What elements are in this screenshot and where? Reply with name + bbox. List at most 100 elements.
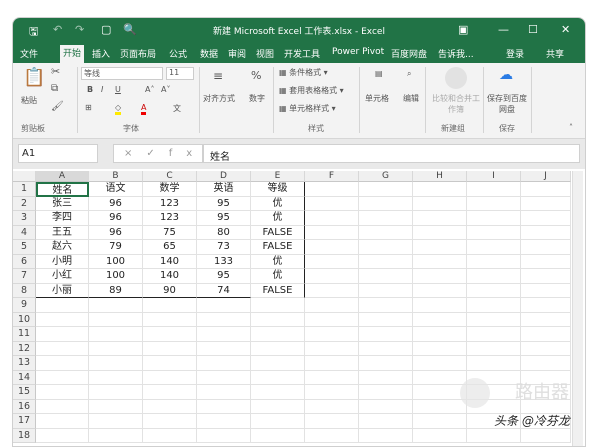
- column-header-D[interactable]: D: [197, 171, 251, 182]
- cell[interactable]: 123: [143, 211, 197, 226]
- cell[interactable]: [251, 356, 305, 371]
- cell[interactable]: [89, 370, 143, 385]
- column-header-H[interactable]: H: [413, 171, 467, 182]
- maximize-button[interactable]: ☐: [528, 23, 538, 36]
- cell[interactable]: [359, 283, 413, 298]
- column-header-F[interactable]: F: [305, 171, 359, 182]
- conditional-format-button[interactable]: ▦ 条件格式 ▾: [279, 67, 328, 78]
- search-icon[interactable]: ⌕: [407, 69, 411, 79]
- cell[interactable]: [89, 385, 143, 400]
- cell[interactable]: [251, 312, 305, 327]
- cell[interactable]: [305, 341, 359, 356]
- cell[interactable]: [521, 254, 571, 269]
- close-button[interactable]: ✕: [561, 23, 570, 36]
- cell[interactable]: [89, 298, 143, 313]
- row-header[interactable]: 17: [13, 414, 36, 429]
- cell[interactable]: [521, 196, 571, 211]
- cell[interactable]: [251, 414, 305, 429]
- cell[interactable]: [197, 341, 251, 356]
- row-header[interactable]: 1: [13, 182, 36, 197]
- cell[interactable]: [359, 240, 413, 255]
- cell[interactable]: [413, 370, 467, 385]
- cell[interactable]: [305, 399, 359, 414]
- cell[interactable]: 90: [143, 283, 197, 298]
- cell[interactable]: 89: [89, 283, 143, 298]
- cell[interactable]: FALSE: [251, 283, 305, 298]
- row-header[interactable]: 14: [13, 370, 36, 385]
- cell[interactable]: 95: [197, 211, 251, 226]
- cell[interactable]: 优: [251, 211, 305, 226]
- cell[interactable]: [305, 254, 359, 269]
- cut-icon[interactable]: ✂: [51, 65, 60, 78]
- row-header[interactable]: 16: [13, 399, 36, 414]
- cell[interactable]: 小明: [36, 254, 89, 269]
- font-color-icon[interactable]: A: [141, 103, 147, 115]
- cell[interactable]: 语文: [89, 182, 143, 197]
- compare-merge-button[interactable]: 比较和合并工作簿: [431, 93, 481, 115]
- column-header-J[interactable]: J: [521, 171, 571, 182]
- cell[interactable]: [467, 356, 521, 371]
- cell[interactable]: 数学: [143, 182, 197, 197]
- cell[interactable]: 95: [197, 196, 251, 211]
- font-size-select[interactable]: 11: [166, 67, 194, 80]
- cell[interactable]: [413, 225, 467, 240]
- cell[interactable]: [89, 414, 143, 429]
- alignment-button[interactable]: 对齐方式: [203, 93, 235, 104]
- cell[interactable]: [413, 269, 467, 284]
- cell[interactable]: [467, 196, 521, 211]
- cell[interactable]: 133: [197, 254, 251, 269]
- cell[interactable]: 王五: [36, 225, 89, 240]
- cell[interactable]: [251, 399, 305, 414]
- cell[interactable]: [413, 211, 467, 226]
- tab-1[interactable]: 开始: [60, 45, 85, 63]
- cell[interactable]: 96: [89, 211, 143, 226]
- cell[interactable]: [305, 269, 359, 284]
- column-header-C[interactable]: C: [143, 171, 197, 182]
- cell[interactable]: [413, 283, 467, 298]
- tab-5[interactable]: 数据: [197, 46, 221, 61]
- cell[interactable]: [467, 312, 521, 327]
- cell[interactable]: [89, 356, 143, 371]
- cell[interactable]: 等级: [251, 182, 305, 197]
- italic-button[interactable]: I: [101, 85, 103, 94]
- cell[interactable]: [251, 298, 305, 313]
- paste-button[interactable]: 粘贴: [21, 95, 37, 106]
- row-header[interactable]: 2: [13, 196, 36, 211]
- cell[interactable]: [305, 414, 359, 429]
- cell[interactable]: [467, 298, 521, 313]
- cell[interactable]: [413, 298, 467, 313]
- cell[interactable]: [359, 269, 413, 284]
- cell[interactable]: [305, 182, 359, 197]
- tab-0[interactable]: 文件: [17, 46, 41, 61]
- login-button[interactable]: 登录: [503, 46, 527, 61]
- row-header[interactable]: 9: [13, 298, 36, 313]
- select-all-corner[interactable]: [13, 171, 36, 182]
- cell[interactable]: 74: [197, 283, 251, 298]
- tab-4[interactable]: 公式: [166, 46, 190, 61]
- cell[interactable]: 96: [89, 196, 143, 211]
- cell[interactable]: [467, 211, 521, 226]
- column-header-G[interactable]: G: [359, 171, 413, 182]
- cell[interactable]: 小红: [36, 269, 89, 284]
- ribbon-display-icon[interactable]: ▣: [458, 23, 468, 36]
- cell[interactable]: [359, 385, 413, 400]
- cell[interactable]: [467, 225, 521, 240]
- fill-color-icon[interactable]: ◇: [115, 103, 122, 115]
- cell[interactable]: [143, 327, 197, 342]
- cell[interactable]: [89, 399, 143, 414]
- cell[interactable]: [197, 356, 251, 371]
- cell[interactable]: [143, 341, 197, 356]
- font-name-select[interactable]: 等线: [81, 67, 163, 80]
- cells-icon[interactable]: ▤: [375, 69, 383, 78]
- cell[interactable]: [359, 254, 413, 269]
- cell[interactable]: [521, 211, 571, 226]
- cell[interactable]: [413, 312, 467, 327]
- copy-icon[interactable]: ⧉: [51, 83, 58, 94]
- row-header[interactable]: 15: [13, 385, 36, 400]
- cell[interactable]: [251, 385, 305, 400]
- column-header-A[interactable]: A: [36, 171, 89, 182]
- cell[interactable]: FALSE: [251, 240, 305, 255]
- cell[interactable]: 李四: [36, 211, 89, 226]
- cell[interactable]: [413, 182, 467, 197]
- cell[interactable]: [143, 399, 197, 414]
